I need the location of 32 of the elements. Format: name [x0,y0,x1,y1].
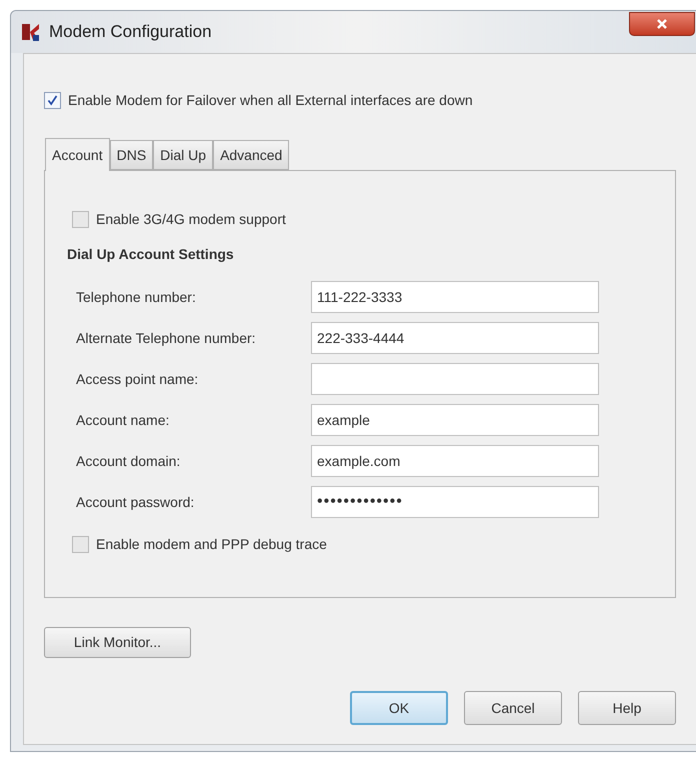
dialog-button[interactable]: Help [578,691,676,725]
link-monitor-button[interactable]: Link Monitor... [44,627,191,658]
dialog-button[interactable]: Cancel [464,691,562,725]
password-field[interactable]: ••••••••••••• [311,486,599,518]
input-field[interactable]: 222-333-4444 [311,322,599,354]
field-label: Telephone number: [75,288,197,307]
checkbox[interactable] [72,211,89,228]
dialog-button[interactable]: OK [350,691,448,725]
section-heading: Dial Up Account Settings [67,245,235,264]
tab[interactable]: Account [45,138,110,171]
checkbox-label: Enable 3G/4G modem support [96,210,286,229]
close-button[interactable] [629,12,695,36]
checkbox-label: Enable modem and PPP debug trace [96,535,327,554]
tab[interactable]: DNS [110,140,154,170]
window-title: Modem Configuration [49,21,212,44]
field-label: Account password: [75,492,196,512]
input-field[interactable]: 111-222-3333 [311,281,599,313]
tab[interactable]: Dial Up [153,140,214,170]
close-icon [656,18,668,30]
checkmark-icon [47,95,58,106]
field-label: Account domain: [75,452,182,470]
checkbox[interactable] [72,536,89,553]
tab[interactable]: Advanced [213,140,290,170]
field-label: Account name: [75,410,170,430]
input-field[interactable] [311,363,599,395]
checkbox[interactable] [44,92,61,109]
input-field[interactable]: example.com [311,445,599,477]
field-label: Alternate Telephone number: [75,328,257,348]
input-field[interactable]: example [311,404,599,436]
app-logo-icon [21,22,41,42]
checkbox-label: Enable Modem for Failover when all External interfaces are down [68,91,473,110]
field-label: Access point name: [75,370,200,389]
